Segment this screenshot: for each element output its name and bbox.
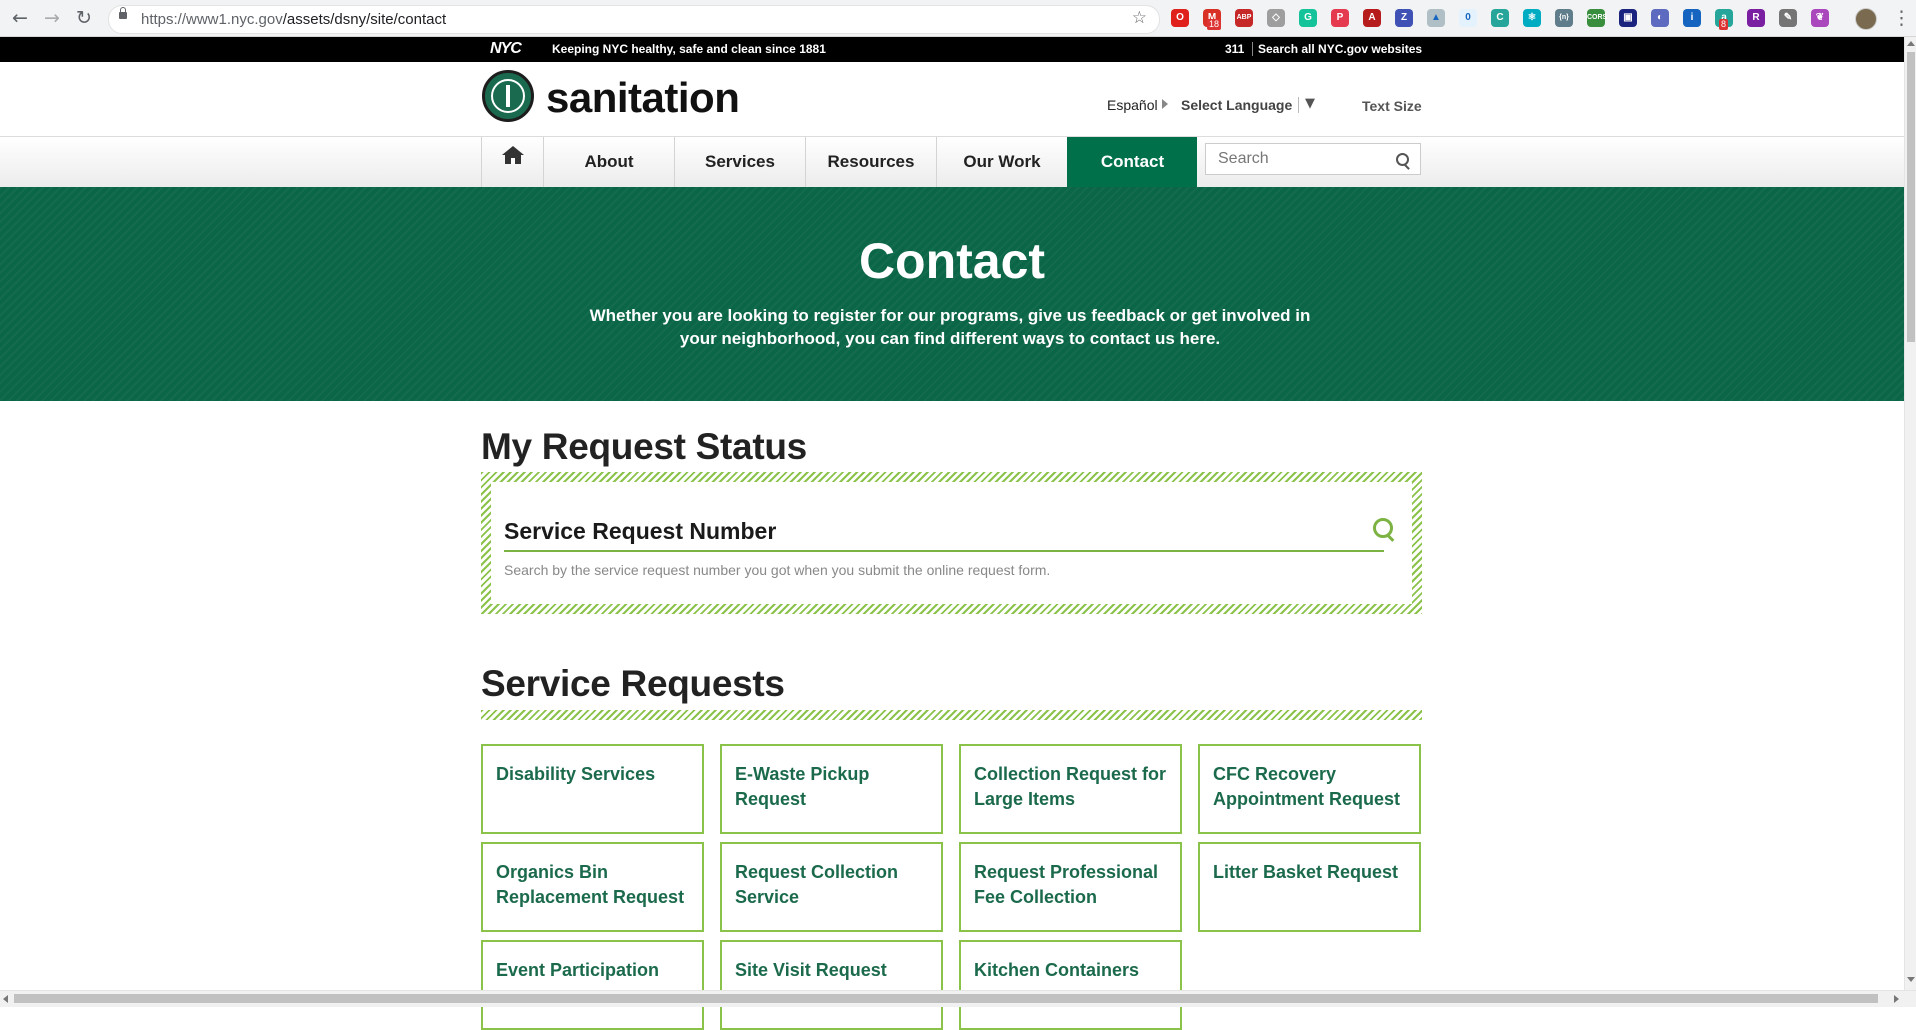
site-search bbox=[1205, 143, 1421, 175]
bookmark-star-icon[interactable]: ☆ bbox=[1132, 8, 1147, 28]
search-all-nyc-link[interactable]: Search all NYC.gov websites bbox=[1258, 42, 1422, 56]
opera-icon[interactable]: O bbox=[1171, 9, 1189, 27]
service-request-card-label: Disability Services bbox=[496, 764, 656, 784]
dsny-seal-logo[interactable] bbox=[482, 70, 534, 122]
notification-badge: 8 bbox=[1719, 19, 1729, 30]
nyc-global-bar: NYC Keeping NYC healthy, safe and clean … bbox=[0, 37, 1904, 62]
nav-contact[interactable]: Contact bbox=[1067, 137, 1197, 187]
link-311[interactable]: 311 bbox=[1225, 42, 1254, 56]
grammarly-icon[interactable]: G bbox=[1299, 9, 1317, 27]
hero-subtitle: Whether you are looking to register for … bbox=[589, 306, 1311, 348]
nav-about[interactable]: About bbox=[543, 137, 674, 187]
vertical-scrollbar[interactable] bbox=[1904, 37, 1916, 990]
shield-icon[interactable]: ◇ bbox=[1267, 9, 1285, 27]
vertical-scroll-thumb[interactable] bbox=[1907, 52, 1915, 342]
compass-icon[interactable]: ◐ bbox=[1651, 9, 1669, 27]
service-request-card-label: Site Visit Request bbox=[735, 960, 887, 980]
scroll-left-icon[interactable] bbox=[3, 995, 8, 1003]
nyc-logo[interactable]: NYC bbox=[490, 40, 522, 58]
c-icon[interactable]: C bbox=[1491, 9, 1509, 27]
main-nav: About Services Resources Our Work Contac… bbox=[0, 136, 1904, 187]
nav-services[interactable]: Services bbox=[674, 137, 805, 187]
service-request-card-label: Request Professional Fee Collection bbox=[974, 862, 1159, 907]
section-divider bbox=[481, 710, 1422, 720]
service-request-card-label: Event Participation bbox=[496, 960, 660, 980]
input-underline bbox=[504, 550, 1384, 552]
forward-icon[interactable]: → bbox=[40, 6, 64, 30]
cors-icon[interactable]: CORS bbox=[1587, 9, 1607, 27]
play-arrow-icon bbox=[1162, 99, 1168, 109]
service-request-card[interactable]: Collection Request for Large Items bbox=[959, 744, 1182, 834]
request-status-inner: Service Request Number Search by the ser… bbox=[491, 482, 1412, 604]
nav-our-work[interactable]: Our Work bbox=[936, 137, 1067, 187]
horizontal-scroll-thumb[interactable] bbox=[14, 994, 1878, 1003]
nyc-tagline: Keeping NYC healthy, safe and clean sinc… bbox=[552, 42, 826, 56]
select-language-dropdown[interactable]: Select Language bbox=[1181, 97, 1300, 113]
home-icon bbox=[502, 146, 524, 164]
service-request-card-label: Request Collection Service bbox=[735, 862, 899, 907]
service-request-card-label: E-Waste Pickup Request bbox=[735, 764, 870, 809]
json-icon[interactable]: {n} bbox=[1555, 9, 1573, 27]
back-icon[interactable]: ← bbox=[8, 6, 32, 30]
adblock-icon[interactable]: ABP bbox=[1235, 9, 1253, 27]
notification-badge: 18 bbox=[1207, 19, 1222, 30]
butterfly-icon[interactable]: ❦ bbox=[1811, 9, 1829, 27]
search-icon[interactable] bbox=[1396, 153, 1409, 166]
zotero-icon[interactable]: Z bbox=[1395, 9, 1413, 27]
service-request-card[interactable]: Site Visit Request bbox=[720, 940, 943, 1030]
search-icon[interactable] bbox=[1373, 518, 1393, 538]
scroll-right-icon[interactable] bbox=[1894, 995, 1899, 1003]
pixel-icon[interactable]: ▣ bbox=[1619, 9, 1637, 27]
r-icon[interactable]: R bbox=[1747, 9, 1765, 27]
scroll-up-icon[interactable] bbox=[1907, 41, 1915, 46]
profile-avatar[interactable] bbox=[1855, 8, 1877, 30]
chevron-down-icon[interactable]: ▼ bbox=[1305, 96, 1315, 111]
service-request-card[interactable]: Event Participation bbox=[481, 940, 704, 1030]
scroll-down-icon[interactable] bbox=[1907, 977, 1915, 982]
service-request-card[interactable]: Request Collection Service bbox=[720, 842, 943, 932]
url-host: https://www1.nyc.gov bbox=[141, 11, 283, 28]
nav-home[interactable] bbox=[481, 137, 543, 187]
request-status-panel: Service Request Number Search by the ser… bbox=[481, 472, 1422, 614]
url-path: /assets/dsny/site/contact bbox=[282, 11, 447, 28]
service-request-card-label: Kitchen Containers bbox=[974, 960, 1140, 980]
request-status-heading: My Request Status bbox=[481, 426, 807, 467]
service-request-card-label: CFC Recovery Appointment Request bbox=[1213, 764, 1400, 809]
service-request-card-label: Collection Request for Large Items bbox=[974, 764, 1167, 809]
service-request-card[interactable]: E-Waste Pickup Request bbox=[720, 744, 943, 834]
search-input[interactable] bbox=[1216, 144, 1390, 174]
react-icon[interactable]: ⚛ bbox=[1523, 9, 1541, 27]
eyedropper-icon[interactable]: ✎ bbox=[1779, 9, 1797, 27]
nav-resources[interactable]: Resources bbox=[805, 137, 936, 187]
browser-menu-icon[interactable]: ⋮ bbox=[1892, 7, 1911, 29]
lock-icon bbox=[119, 7, 127, 19]
hero-banner: Contact Whether you are looking to regis… bbox=[0, 187, 1904, 401]
request-help-text: Search by the service request number you… bbox=[504, 562, 1051, 578]
bookmark-icon[interactable]: ▲ bbox=[1427, 9, 1445, 27]
service-request-card[interactable]: Request Professional Fee Collection bbox=[959, 842, 1182, 932]
espanol-link[interactable]: Español bbox=[1107, 97, 1158, 113]
service-request-card[interactable]: CFC Recovery Appointment Request bbox=[1198, 744, 1421, 834]
url-text: https://www1.nyc.gov/assets/dsny/site/co… bbox=[141, 11, 446, 28]
service-request-card[interactable]: Kitchen Containers bbox=[959, 940, 1182, 1030]
service-request-card[interactable]: Litter Basket Request bbox=[1198, 842, 1421, 932]
pocket-icon[interactable]: P bbox=[1331, 9, 1349, 27]
page-title: Contact bbox=[858, 233, 1046, 289]
service-request-number-input[interactable]: Service Request Number bbox=[504, 518, 776, 545]
counter-icon[interactable]: 0 bbox=[1459, 9, 1477, 27]
service-request-card[interactable]: Disability Services bbox=[481, 744, 704, 834]
pdf-icon[interactable]: A bbox=[1363, 9, 1381, 27]
service-requests-heading: Service Requests bbox=[481, 663, 785, 704]
horizontal-scrollbar[interactable] bbox=[0, 990, 1916, 1007]
browser-toolbar: ← → ↻ https://www1.nyc.gov/assets/dsny/s… bbox=[0, 0, 1916, 37]
address-bar[interactable]: https://www1.nyc.gov/assets/dsny/site/co… bbox=[108, 5, 1160, 34]
text-size-button[interactable]: Text Size bbox=[1362, 98, 1422, 114]
reload-icon[interactable]: ↻ bbox=[72, 6, 96, 30]
service-request-card-label: Organics Bin Replacement Request bbox=[496, 862, 685, 907]
info-icon[interactable]: i bbox=[1683, 9, 1701, 27]
service-request-card[interactable]: Organics Bin Replacement Request bbox=[481, 842, 704, 932]
site-brand[interactable]: sanitation bbox=[546, 74, 740, 122]
service-request-card-label: Litter Basket Request bbox=[1213, 862, 1399, 882]
